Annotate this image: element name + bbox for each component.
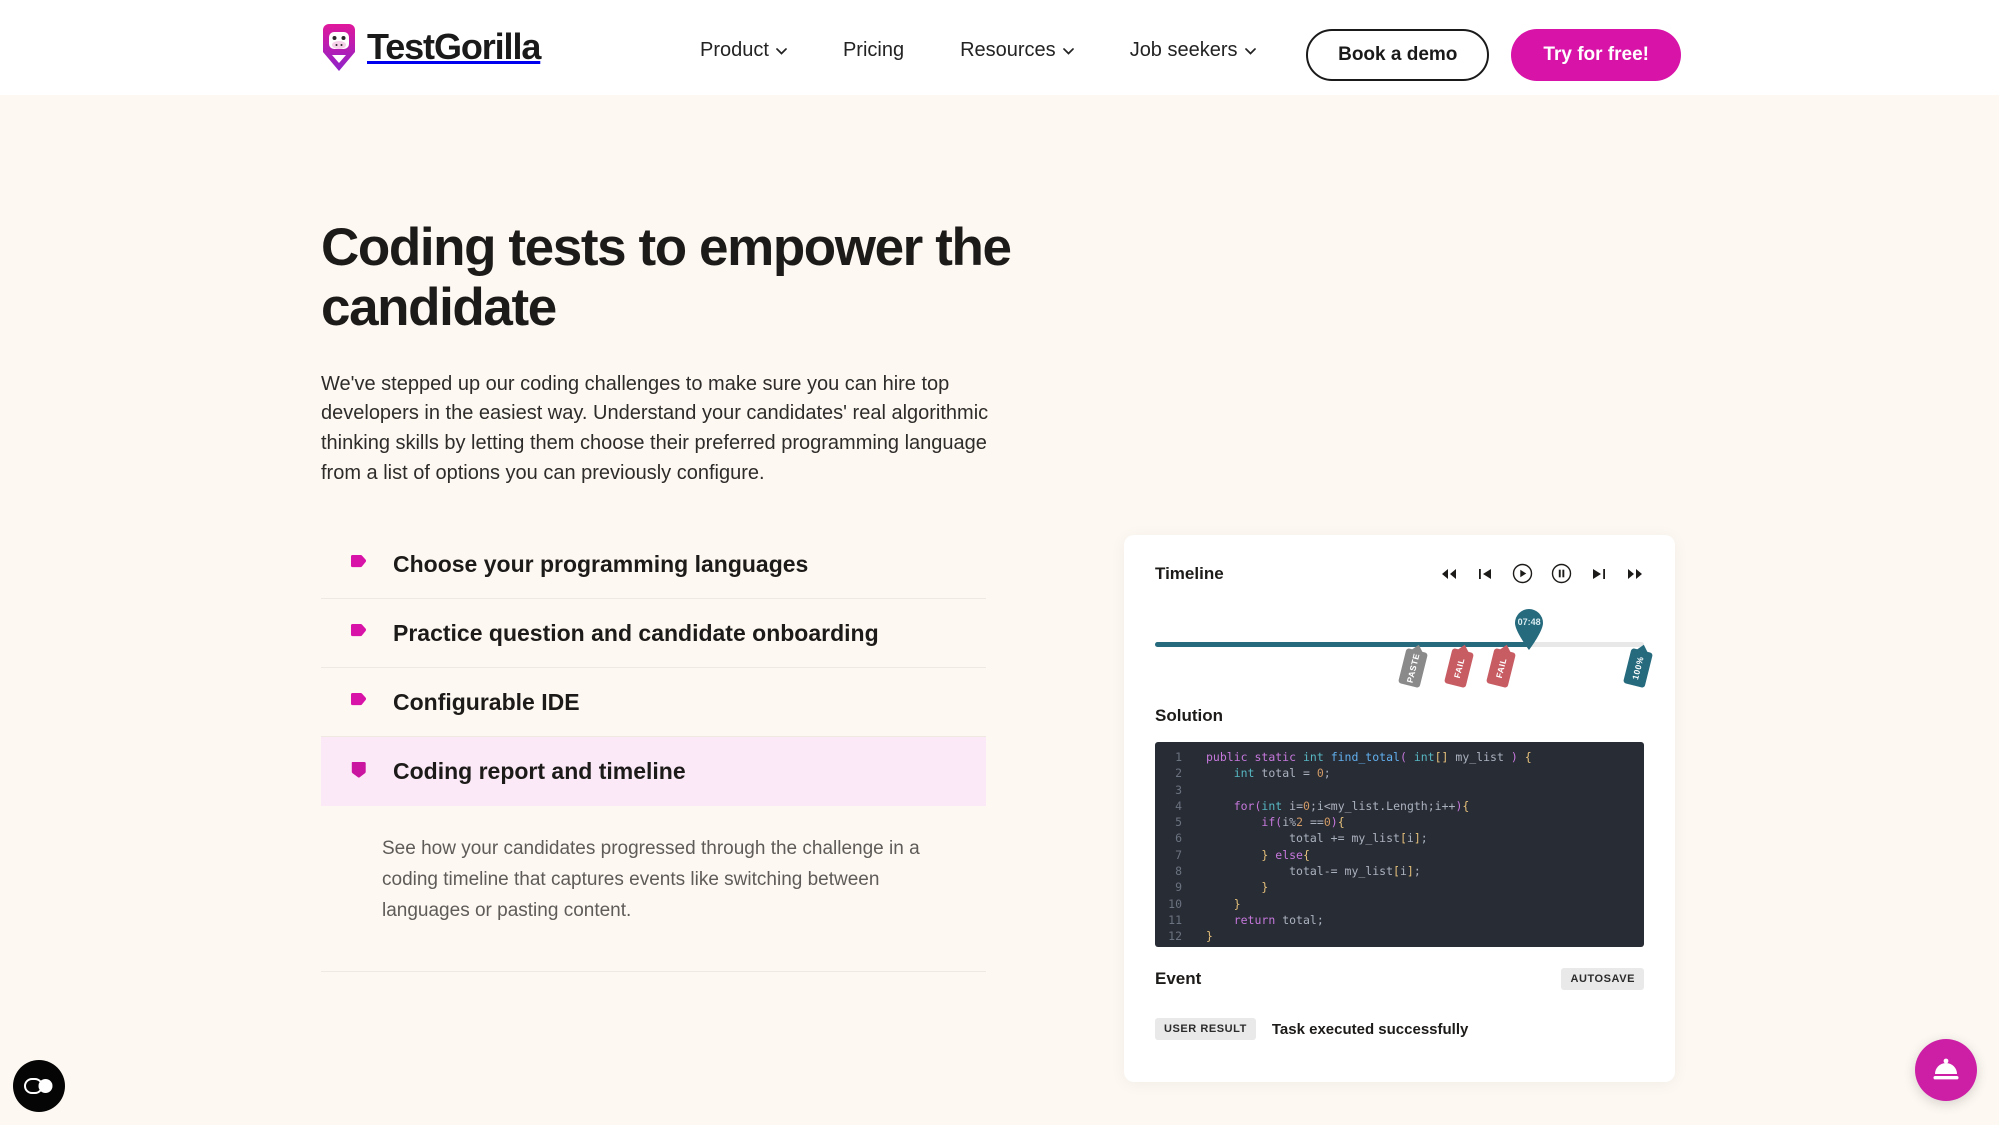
code-content: public static int find_total( int[] my_l… — [1193, 749, 1644, 947]
fast-forward-icon[interactable] — [1626, 565, 1644, 583]
cookie-consent-button[interactable] — [13, 1060, 65, 1112]
nav-label-job-seekers: Job seekers — [1129, 39, 1238, 61]
timeline-marker-fail-2[interactable]: FAIL — [1485, 647, 1516, 689]
nav-item-resources[interactable]: Resources — [932, 39, 1102, 62]
skip-forward-icon[interactable] — [1590, 565, 1608, 583]
line-number: 10 — [1168, 896, 1182, 911]
event-result-text: Task executed successfully — [1271, 1020, 1469, 1038]
playhead-time-label: 07:48 — [1517, 617, 1541, 627]
accordion-item-practice-question[interactable]: Practice question and candidate onboardi… — [321, 599, 986, 668]
code-line: int total = 0; — [1233, 766, 1331, 781]
code-line: } — [1206, 929, 1213, 944]
line-number: 4 — [1175, 798, 1182, 813]
code-line: } — [1261, 880, 1269, 895]
code-line: if(i%2 ==0){ — [1261, 815, 1345, 830]
timeline-track-area[interactable]: 07:48 PASTE FAIL FAIL 100% — [1155, 598, 1653, 702]
nav-item-pricing[interactable]: Pricing — [815, 39, 932, 62]
nav-label-resources: Resources — [960, 39, 1056, 61]
pentagon-right-bullet-icon — [351, 623, 366, 636]
accordion-panel-text: See how your candidates progressed throu… — [382, 838, 920, 921]
timeline-title: Timeline — [1155, 563, 1224, 583]
accordion-item-configurable-ide[interactable]: Configurable IDE — [321, 668, 986, 737]
timeline-marker-label: FAIL — [1452, 656, 1467, 680]
timeline-marker-label: 100% — [1630, 655, 1646, 681]
nav-item-job-seekers[interactable]: Job seekers — [1102, 39, 1284, 62]
code-line-numbers: 1 2 3 4 5 6 7 8 9 10 11 12 — [1155, 749, 1193, 947]
timeline-controls — [1440, 563, 1644, 584]
header-actions: Book a demo Try for free! — [1306, 29, 1681, 81]
timeline-marker-label: PASTE — [1404, 652, 1422, 684]
cookie-toggle-icon — [24, 1078, 53, 1094]
brand-name: TestGorilla — [367, 26, 541, 67]
accordion-panel-coding-report: See how your candidates progressed throu… — [321, 806, 986, 972]
page-root: TestGorilla Product Pricing Resources Jo… — [0, 0, 1999, 1125]
line-number: 6 — [1175, 831, 1182, 846]
main-navigation: Product Pricing Resources Job seekers — [672, 39, 1284, 62]
line-number: 12 — [1168, 929, 1182, 944]
nav-label-product: Product — [700, 39, 769, 61]
code-editor[interactable]: 1 2 3 4 5 6 7 8 9 10 11 12 public static… — [1155, 742, 1644, 947]
chevron-down-icon — [1062, 48, 1074, 55]
hero-section: Coding tests to empower the candidate We… — [321, 218, 1021, 488]
page-title: Coding tests to empower the candidate — [321, 218, 1012, 337]
timeline-playhead[interactable]: 07:48 — [1512, 608, 1546, 650]
coding-report-card: Timeline 07:48 PASTE FAIL FAIL 100% Solu… — [1124, 535, 1675, 1082]
timeline-marker-paste[interactable]: PASTE — [1397, 647, 1428, 689]
gorilla-logo-icon — [323, 24, 355, 71]
event-header: Event AUTOSAVE — [1155, 968, 1644, 990]
line-number: 8 — [1175, 864, 1182, 879]
line-number: 3 — [1175, 782, 1182, 797]
accordion-label: Practice question and candidate onboardi… — [393, 619, 879, 646]
code-line: total-= my_list[i]; — [1289, 864, 1421, 879]
accordion-label: Choose your programming languages — [393, 550, 809, 577]
pause-circle-icon[interactable] — [1551, 563, 1572, 584]
accordion-label: Coding report and timeline — [393, 758, 686, 784]
line-number: 11 — [1168, 912, 1182, 927]
accordion-item-coding-report[interactable]: Coding report and timeline — [321, 737, 986, 806]
timeline-progress — [1155, 642, 1530, 647]
support-bell-button[interactable] — [1915, 1039, 1977, 1101]
autosave-badge: AUTOSAVE — [1561, 968, 1644, 990]
skip-back-icon[interactable] — [1476, 565, 1494, 583]
code-line: } else{ — [1261, 847, 1310, 862]
brand-logo-link[interactable]: TestGorilla — [320, 21, 541, 73]
line-number: 1 — [1175, 750, 1182, 764]
site-header: TestGorilla Product Pricing Resources Jo… — [0, 0, 1999, 95]
timeline-marker-fail-1[interactable]: FAIL — [1444, 647, 1475, 689]
pentagon-down-bullet-icon — [351, 762, 366, 778]
rewind-icon[interactable] — [1440, 565, 1458, 583]
service-bell-icon — [1933, 1058, 1959, 1080]
line-number: 7 — [1175, 847, 1182, 862]
try-for-free-button[interactable]: Try for free! — [1511, 29, 1681, 81]
solution-title: Solution — [1155, 706, 1223, 725]
book-a-demo-button[interactable]: Book a demo — [1306, 29, 1490, 81]
code-line: } — [1233, 896, 1241, 911]
code-line: public static int find_total( int[] my_l… — [1206, 750, 1532, 764]
nav-label-pricing: Pricing — [842, 39, 905, 61]
line-number: 5 — [1175, 815, 1182, 830]
event-row: USER RESULT Task executed successfully — [1155, 1018, 1644, 1040]
hero-description: We've stepped up our coding challenges t… — [321, 372, 989, 484]
code-line: total += my_list[i]; — [1289, 831, 1428, 846]
line-number: 9 — [1175, 880, 1182, 895]
code-line: for(int i=0;i<my_list.Length;i++){ — [1233, 798, 1470, 813]
accordion-label: Configurable IDE — [393, 688, 580, 715]
chevron-down-icon — [1244, 48, 1256, 55]
pentagon-right-bullet-icon — [351, 692, 366, 705]
play-circle-icon[interactable] — [1512, 563, 1533, 584]
code-line: return total; — [1233, 912, 1324, 927]
feature-accordion: Choose your programming languages Practi… — [321, 530, 986, 972]
accordion-item-languages[interactable]: Choose your programming languages — [321, 530, 986, 599]
event-title: Event — [1155, 969, 1202, 988]
nav-item-product[interactable]: Product — [672, 39, 815, 62]
line-number: 2 — [1175, 766, 1182, 781]
user-result-badge: USER RESULT — [1155, 1018, 1256, 1040]
playhead-pin-icon — [1515, 609, 1544, 650]
pentagon-right-bullet-icon — [351, 554, 366, 567]
timeline-marker-score[interactable]: 100% — [1622, 647, 1653, 689]
timeline-marker-label: FAIL — [1493, 656, 1509, 680]
chevron-down-icon — [776, 48, 787, 55]
timeline-header: Timeline — [1155, 563, 1644, 584]
